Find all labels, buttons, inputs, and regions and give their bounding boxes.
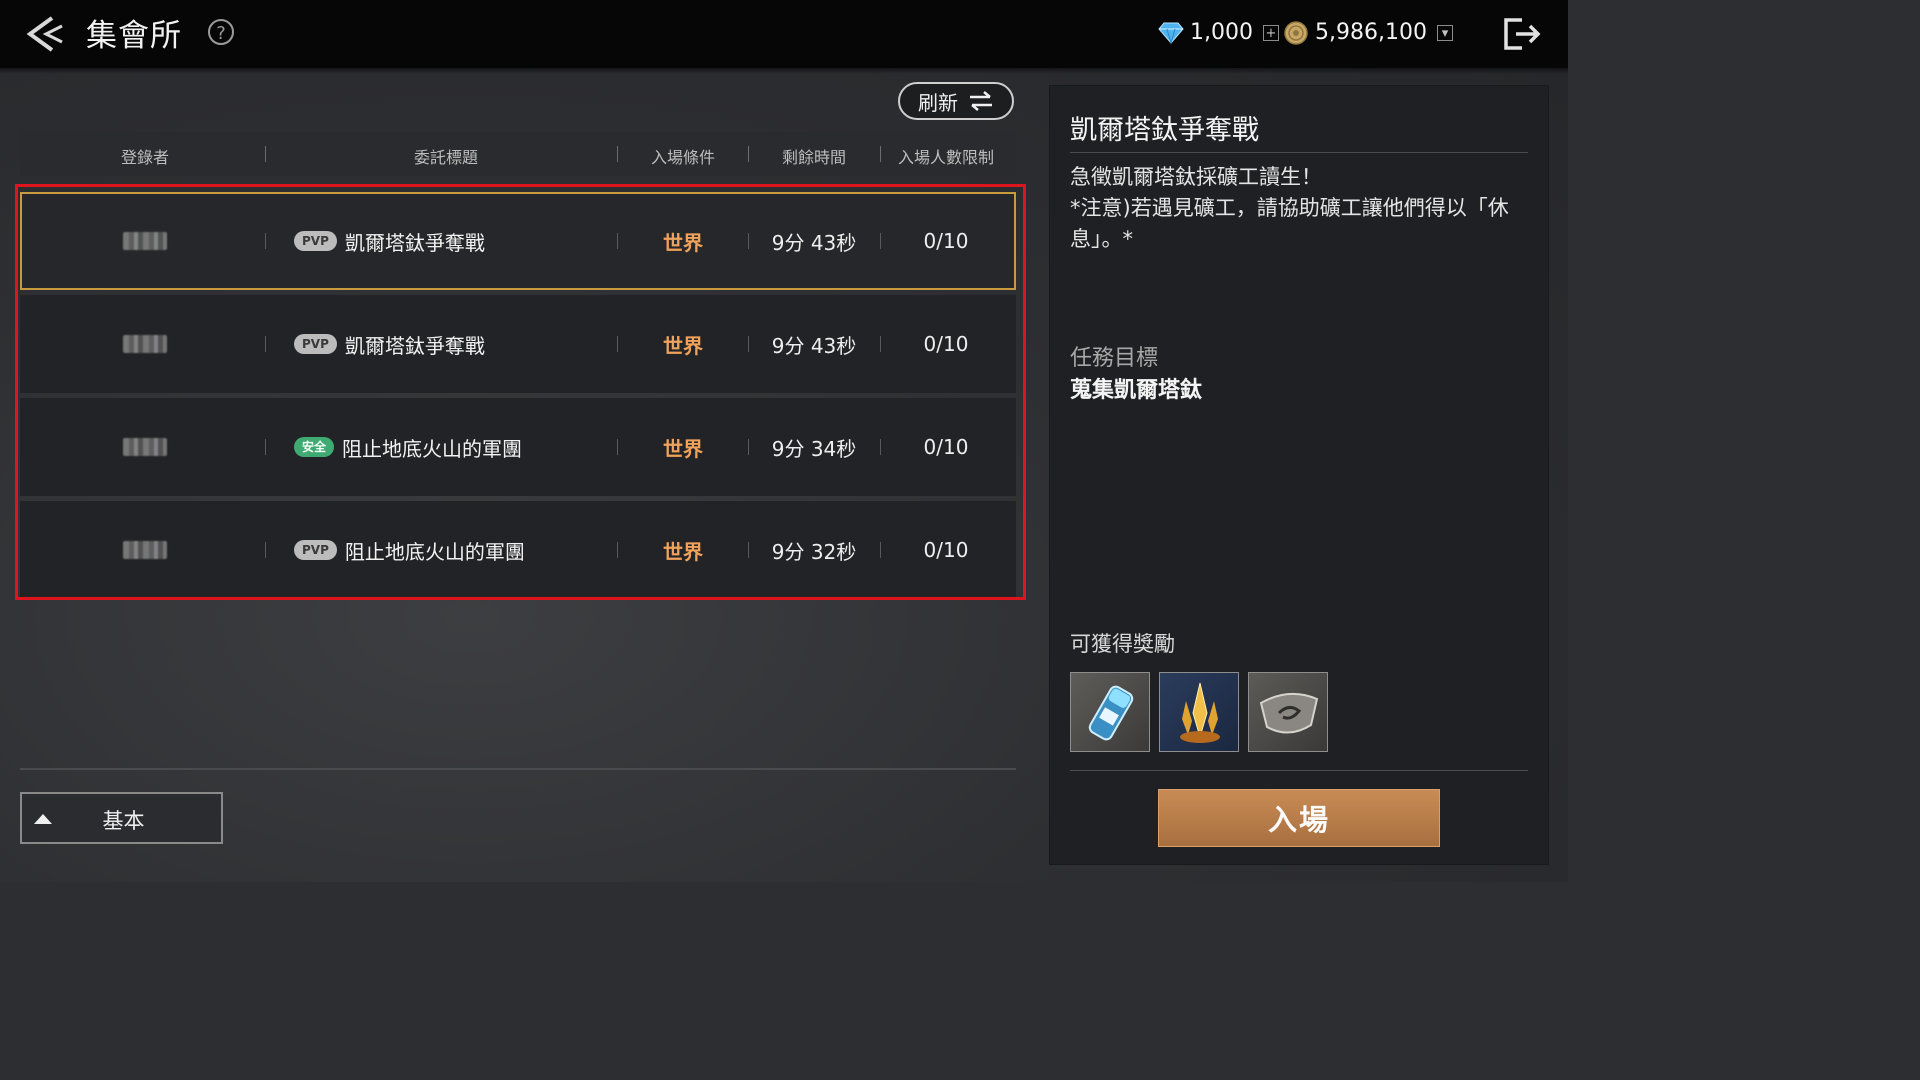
exit-icon[interactable]	[1502, 16, 1542, 52]
basic-filter-button[interactable]: 基本	[20, 792, 223, 844]
gem-currency: 1,000 +	[1158, 20, 1279, 45]
add-gems-button[interactable]: +	[1262, 24, 1279, 41]
top-bar: 集會所 ? 1,000 + 5,986,100 ▾	[0, 0, 1568, 68]
gold-coin-icon	[1284, 20, 1308, 45]
goal-text: 蒐集凱爾塔鈦	[1070, 378, 1203, 403]
header-divider	[265, 146, 266, 162]
enter-label: 入場	[1267, 803, 1330, 837]
back-arrow-icon[interactable]	[22, 12, 66, 56]
reward-item[interactable]	[1159, 672, 1239, 752]
reward-item[interactable]	[1070, 672, 1150, 752]
enter-button[interactable]: 入場	[1158, 789, 1440, 847]
gold-amount: 5,986,100	[1315, 20, 1427, 45]
page-title: 集會所	[86, 18, 182, 54]
gold-dropdown-button[interactable]: ▾	[1436, 24, 1453, 41]
detail-description: 急徵凱爾塔鈦採礦工讀生！ *注意)若遇見礦工，請協助礦工讓他們得以「休息」。*	[1070, 165, 1509, 251]
top-bar-edge	[0, 64, 1568, 74]
swap-arrows-icon	[970, 91, 992, 111]
gold-currency: 5,986,100 ▾	[1284, 20, 1453, 45]
reward-item[interactable]	[1248, 672, 1328, 752]
refresh-label: 刷新	[918, 90, 958, 115]
column-header-limit: 入場人數限制	[897, 148, 994, 167]
gem-amount: 1,000	[1190, 20, 1253, 45]
reward-label: 可獲得獎勵	[1070, 632, 1175, 656]
emblem-icon	[1259, 692, 1319, 734]
table-header: 登錄者 委託標題 入場條件 剩餘時間 入場人數限制	[20, 132, 1016, 176]
potion-icon	[1088, 685, 1134, 741]
reward-list	[1070, 672, 1328, 752]
column-header-registrant: 登錄者	[120, 148, 169, 167]
detail-divider	[1070, 770, 1528, 771]
column-header-title: 委託標題	[413, 148, 478, 167]
quest-detail-panel: 凱爾塔鈦爭奪戰 急徵凱爾塔鈦採礦工讀生！ *注意)若遇見礦工，請協助礦工讓他們得…	[1050, 86, 1548, 864]
goal-label: 任務目標	[1070, 346, 1159, 371]
bottom-divider	[20, 768, 1016, 770]
help-icon[interactable]: ?	[208, 19, 234, 45]
basic-filter-label: 基本	[102, 809, 145, 833]
highlight-box	[15, 184, 1026, 600]
crystal-icon	[1180, 682, 1220, 743]
detail-title: 凱爾塔鈦爭奪戰	[1070, 115, 1259, 146]
column-header-condition: 入場條件	[650, 148, 715, 167]
diamond-icon	[1158, 22, 1184, 45]
detail-divider	[1070, 152, 1528, 153]
refresh-button[interactable]: 刷新	[898, 82, 1014, 120]
column-header-time: 剩餘時間	[781, 148, 846, 167]
